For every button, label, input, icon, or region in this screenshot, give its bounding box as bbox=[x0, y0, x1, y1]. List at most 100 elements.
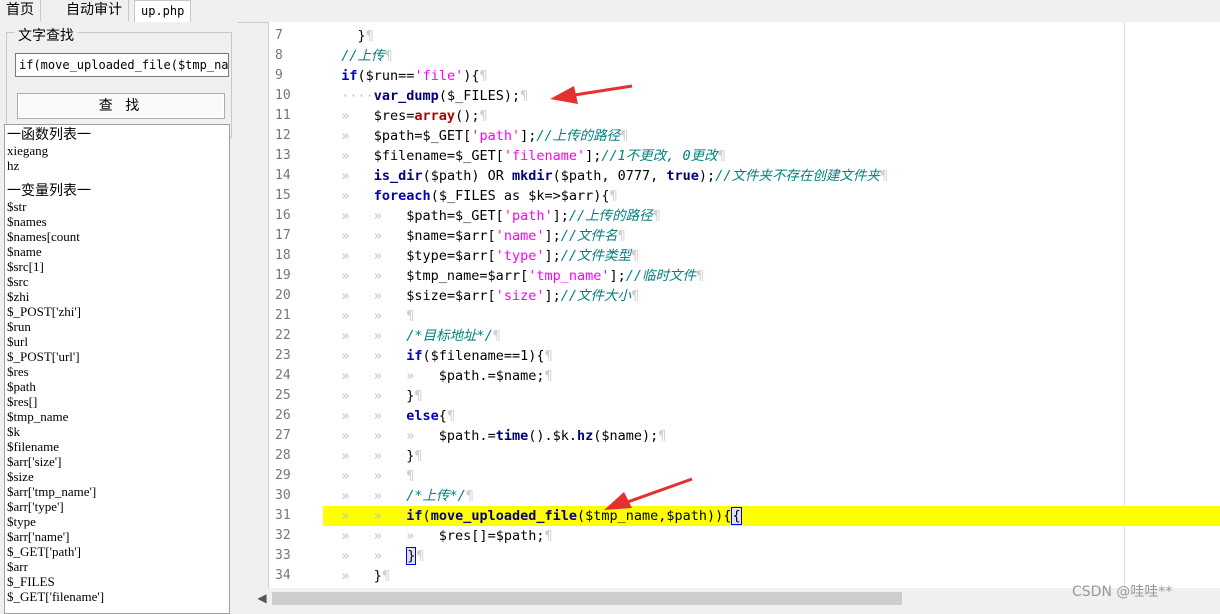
code-line[interactable]: » » » $path.=time().$k.hz($name);¶ bbox=[325, 426, 666, 446]
code-line[interactable]: » $path=$_GET['path'];//上传的路径¶ bbox=[325, 126, 628, 146]
line-number: 8 bbox=[275, 48, 283, 63]
function-list: xiegang hz bbox=[5, 143, 229, 173]
variable-list-item[interactable]: $arr['type'] bbox=[5, 499, 229, 514]
line-number: 34 bbox=[275, 568, 291, 583]
code-line[interactable]: » » ¶ bbox=[325, 466, 414, 486]
variable-list-item[interactable]: $tmp_name bbox=[5, 409, 229, 424]
line-number: 11 bbox=[275, 108, 291, 123]
code-line[interactable]: » $res=array();¶ bbox=[325, 106, 487, 126]
variable-list-item[interactable]: $_GET['path'] bbox=[5, 544, 229, 559]
line-number: 28 bbox=[275, 448, 291, 463]
variable-list-item[interactable]: $src bbox=[5, 274, 229, 289]
variable-list-item[interactable]: $arr['size'] bbox=[5, 454, 229, 469]
variable-list-item[interactable]: $arr['name'] bbox=[5, 529, 229, 544]
variable-list-item[interactable]: $zhi bbox=[5, 289, 229, 304]
tab-auto-audit[interactable]: 自动审计 bbox=[60, 0, 129, 21]
variable-list-item[interactable]: $path bbox=[5, 379, 229, 394]
line-number-gutter: 7 8 9 10 11 12 13 14 15 16 17 18 19 20 21 22 23 24 25 26 27 2… bbox=[269, 22, 316, 588]
function-list-item[interactable]: hz bbox=[5, 158, 229, 173]
variable-list-item[interactable]: $_GET['filename'] bbox=[5, 589, 229, 604]
text-search-legend: 文字查找 bbox=[15, 25, 77, 45]
variable-list-item[interactable]: $res[] bbox=[5, 394, 229, 409]
variable-list-item[interactable]: $names bbox=[5, 214, 229, 229]
code-line[interactable]: » » ¶ bbox=[325, 306, 414, 326]
variable-list-item[interactable]: $run bbox=[5, 319, 229, 334]
variable-list-item[interactable]: $_FILES bbox=[5, 574, 229, 589]
line-number: 19 bbox=[275, 268, 291, 283]
code-editor[interactable]: 7 8 9 10 11 12 13 14 15 16 17 18 19 20 21 22 23 24 25 26 27 2… bbox=[268, 22, 1220, 588]
symbol-list[interactable]: 一函数列表一 xiegang hz 一变量列表一 $str $names $names… bbox=[4, 124, 230, 614]
line-number: 14 bbox=[275, 168, 291, 183]
left-panel: 文字查找 if(move_uploaded_file($tmp_name 查 找… bbox=[0, 22, 238, 614]
line-number: 31 bbox=[275, 508, 291, 523]
scroll-left-arrow-icon[interactable]: ◀ bbox=[254, 588, 270, 609]
variable-list-item[interactable]: $arr bbox=[5, 559, 229, 574]
code-line[interactable]: » » $name=$arr['name'];//文件名¶ bbox=[325, 226, 625, 246]
variable-list-item[interactable]: $arr['tmp_name'] bbox=[5, 484, 229, 499]
code-line[interactable]: » » » $path.=$name;¶ bbox=[325, 366, 552, 386]
code-line[interactable]: » » else{¶ bbox=[325, 406, 455, 426]
variable-list-item[interactable]: $type bbox=[5, 514, 229, 529]
variable-list-item[interactable]: $src[1] bbox=[5, 259, 229, 274]
code-line[interactable]: if($run=='file'){¶ bbox=[325, 66, 487, 86]
code-line[interactable]: » » $tmp_name=$arr['tmp_name'];//临时文件¶ bbox=[325, 266, 704, 286]
text-search-group: 文字查找 if(move_uploaded_file($tmp_name 查 找 bbox=[6, 25, 232, 138]
line-number: 26 bbox=[275, 408, 291, 423]
line-number: 18 bbox=[275, 248, 291, 263]
variable-list-item[interactable]: $k bbox=[5, 424, 229, 439]
variable-list: $str $names $names[count $name $src[1] $src $z… bbox=[5, 199, 229, 604]
search-button[interactable]: 查 找 bbox=[17, 93, 225, 119]
line-number: 10 bbox=[275, 88, 291, 103]
tab-up-php[interactable]: up.php bbox=[134, 0, 192, 23]
line-number: 13 bbox=[275, 148, 291, 163]
variable-list-item[interactable]: $size bbox=[5, 469, 229, 484]
code-line[interactable]: » » if($filename==1){¶ bbox=[325, 346, 552, 366]
line-number: 24 bbox=[275, 368, 291, 383]
scroll-thumb[interactable] bbox=[272, 592, 902, 605]
line-number: 30 bbox=[275, 488, 291, 503]
code-line[interactable]: » » $type=$arr['type'];//文件类型¶ bbox=[325, 246, 639, 266]
code-line[interactable]: » » $size=$arr['size'];//文件大小¶ bbox=[325, 286, 639, 306]
code-line[interactable]: » foreach($_FILES as $k=>$arr){¶ bbox=[325, 186, 617, 206]
function-list-item[interactable]: xiegang bbox=[5, 143, 229, 158]
code-line[interactable]: ····var_dump($_FILES);¶ bbox=[325, 86, 528, 106]
code-line[interactable]: » » » $res[]=$path;¶ bbox=[325, 526, 552, 546]
variable-list-item[interactable]: $names[count bbox=[5, 229, 229, 244]
code-line[interactable]: » » /*上传*/¶ bbox=[325, 486, 474, 506]
tab-home[interactable]: 首页 bbox=[0, 0, 41, 21]
line-number: 33 bbox=[275, 548, 291, 563]
variable-list-item[interactable]: $_POST['url'] bbox=[5, 349, 229, 364]
code-line[interactable]: //上传¶ bbox=[325, 46, 392, 66]
line-number: 15 bbox=[275, 188, 291, 203]
variable-list-item[interactable]: $_POST['zhi'] bbox=[5, 304, 229, 319]
variable-list-item[interactable]: $url bbox=[5, 334, 229, 349]
variable-list-item[interactable]: $res bbox=[5, 364, 229, 379]
variable-list-header: 一变量列表一 bbox=[7, 183, 91, 199]
line-number: 9 bbox=[275, 68, 283, 83]
code-line[interactable]: }¶ bbox=[325, 26, 374, 46]
function-list-header: 一函数列表一 bbox=[7, 127, 91, 143]
line-number: 16 bbox=[275, 208, 291, 223]
code-line[interactable]: » is_dir($path) OR mkdir($path, 0777, tr… bbox=[325, 166, 888, 186]
watermark: CSDN @哇哇** bbox=[1072, 584, 1173, 600]
variable-list-item[interactable]: $name bbox=[5, 244, 229, 259]
line-number: 29 bbox=[275, 468, 291, 483]
code-line[interactable]: » » /*目标地址*/¶ bbox=[325, 326, 501, 346]
line-number: 27 bbox=[275, 428, 291, 443]
code-line[interactable]: » $filename=$_GET['filename'];//1不更改, 0更… bbox=[325, 146, 726, 166]
code-line[interactable]: » » }¶ bbox=[325, 446, 422, 466]
right-margin-line bbox=[1124, 22, 1125, 588]
line-number: 7 bbox=[275, 28, 283, 43]
search-input[interactable]: if(move_uploaded_file($tmp_name bbox=[15, 53, 229, 77]
line-number: 20 bbox=[275, 288, 291, 303]
line-number: 23 bbox=[275, 348, 291, 363]
code-line-highlighted[interactable]: » » if(move_uploaded_file($tmp_name,$pat… bbox=[325, 506, 742, 526]
code-line[interactable]: » » $path=$_GET['path'];//上传的路径¶ bbox=[325, 206, 661, 226]
code-line[interactable]: » » }¶ bbox=[325, 546, 425, 566]
line-number: 22 bbox=[275, 328, 291, 343]
code-line[interactable]: » }¶ bbox=[325, 566, 390, 586]
code-line[interactable]: » » }¶ bbox=[325, 386, 422, 406]
line-number: 32 bbox=[275, 528, 291, 543]
variable-list-item[interactable]: $str bbox=[5, 199, 229, 214]
variable-list-item[interactable]: $filename bbox=[5, 439, 229, 454]
